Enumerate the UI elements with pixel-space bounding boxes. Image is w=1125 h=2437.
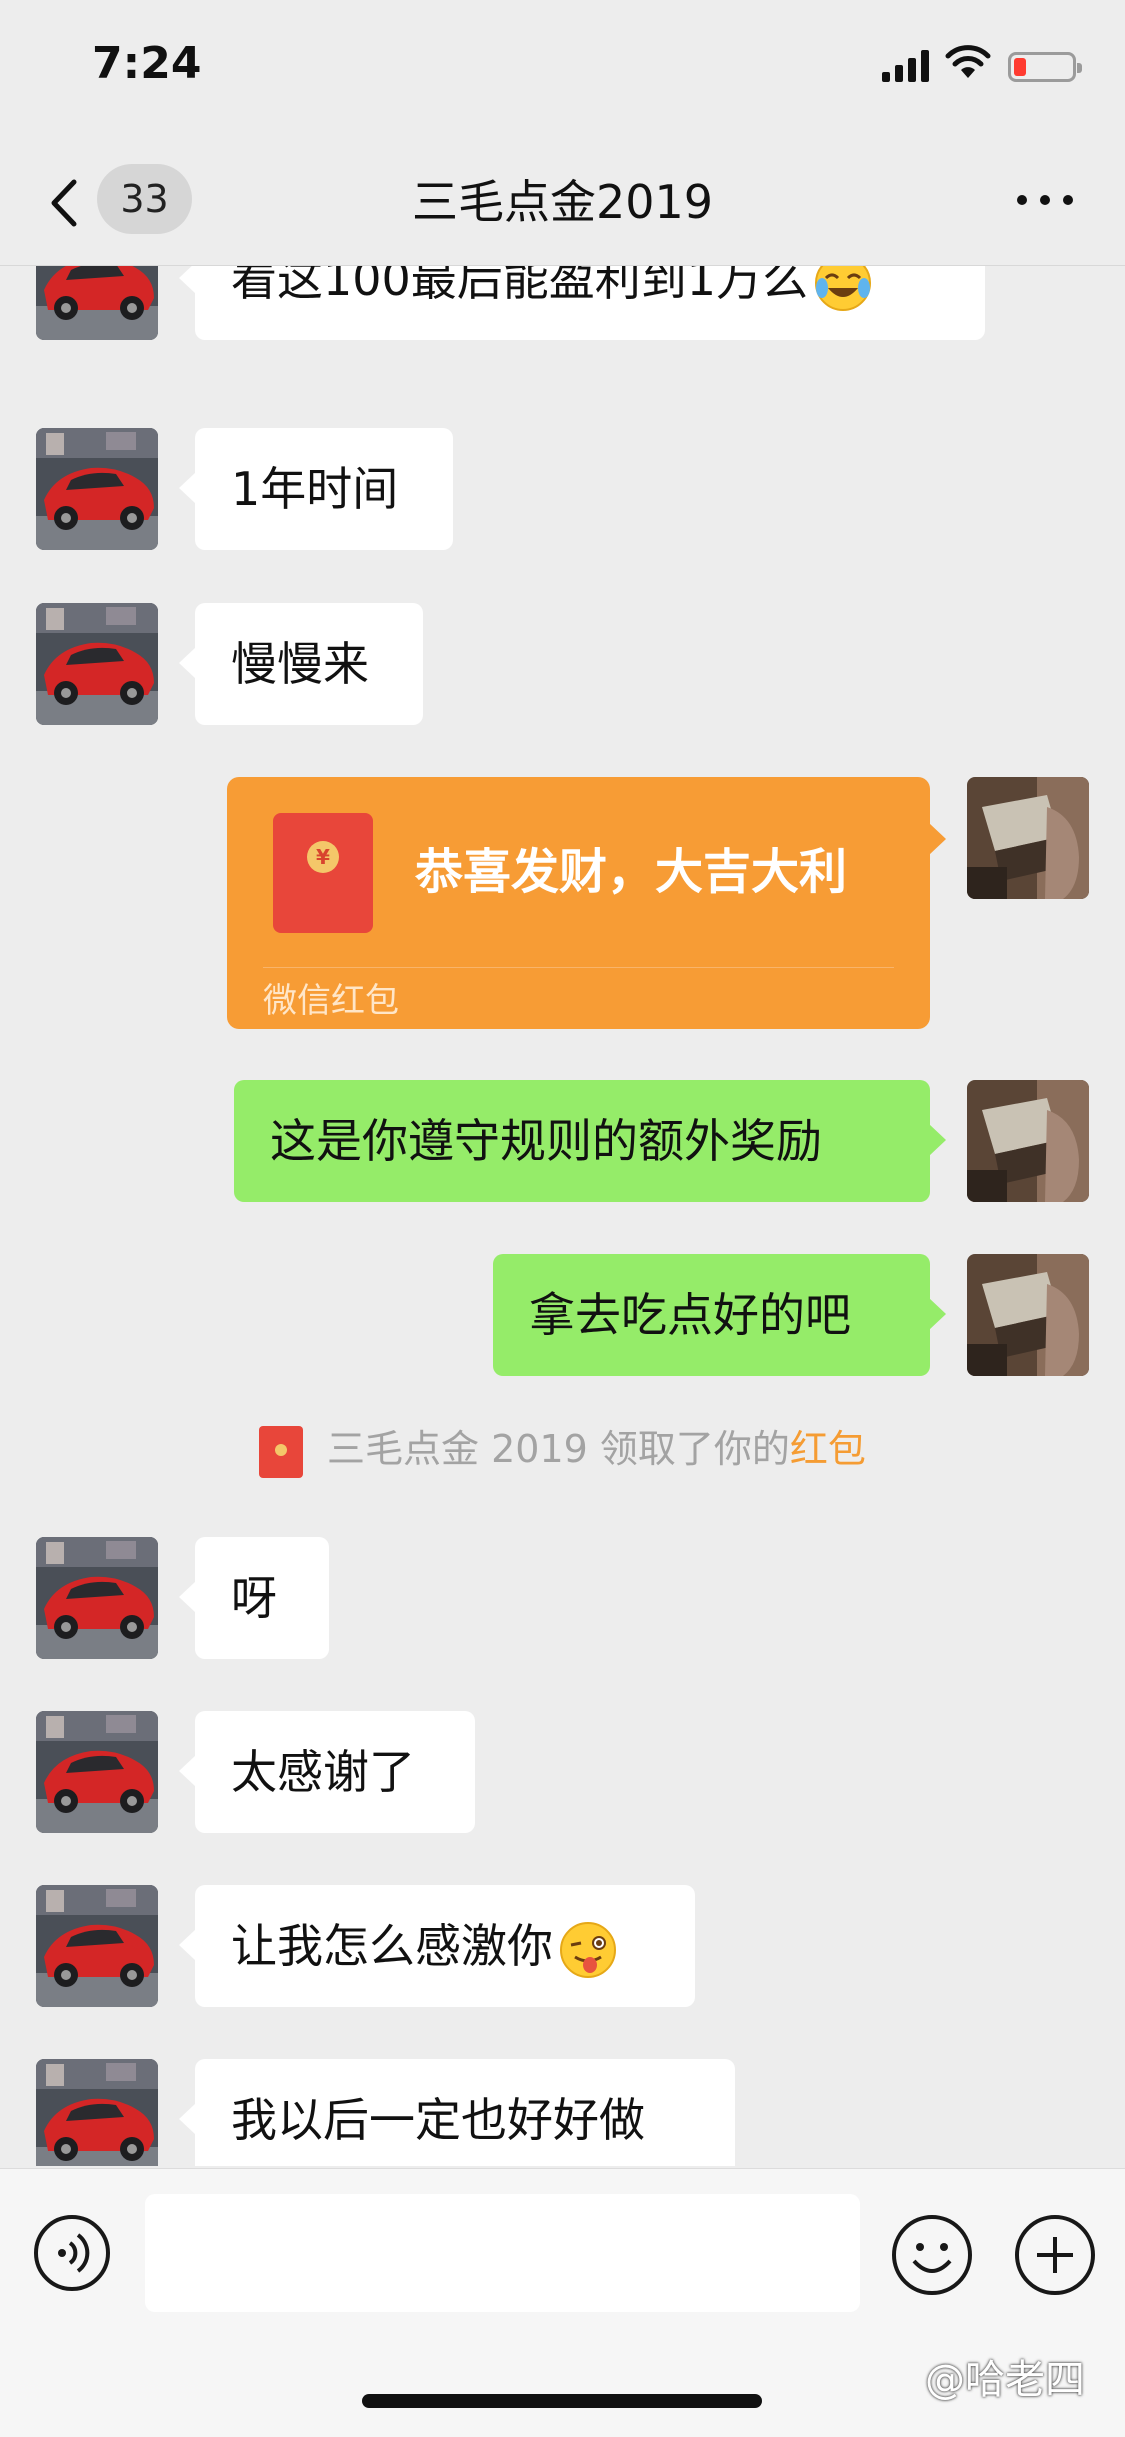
nav-bar: 三毛点金2019 33 [0, 140, 1125, 266]
message-text: 呀 [231, 1571, 277, 1625]
cellular-signal-icon [882, 50, 929, 82]
contact-avatar[interactable] [36, 2059, 158, 2166]
contact-avatar[interactable] [36, 1885, 158, 2007]
winking-tongue-face-icon [560, 1921, 616, 1978]
message-text: 拿去吃点好的吧 [529, 1288, 851, 1342]
message-text: 我以后一定也好好做 [231, 2093, 645, 2147]
message-bubble-outgoing[interactable]: 拿去吃点好的吧 [493, 1254, 946, 1376]
red-packet-icon: ¥ [273, 813, 373, 933]
watermark: @哈老四 [925, 2357, 1085, 2403]
contact-avatar[interactable] [36, 1711, 158, 1833]
message-text: 1年时间 [231, 462, 399, 516]
message-text: 这是你遵守规则的额外奖励 [270, 1114, 822, 1168]
my-avatar[interactable] [967, 1080, 1089, 1202]
status-time: 7:24 [92, 38, 202, 89]
message-text: 慢慢来 [231, 637, 369, 691]
red-packet-label: 微信红包 [263, 981, 399, 1021]
message-bubble-incoming[interactable]: 慢慢来 [179, 603, 423, 725]
message-text: 看这100最后能盈利到1万么 [231, 266, 809, 306]
contact-avatar[interactable] [36, 428, 158, 550]
message-bubble-incoming[interactable]: 太感谢了 [179, 1711, 475, 1833]
wifi-icon [945, 45, 991, 78]
battery-icon [1008, 52, 1082, 82]
message-bubble-incoming[interactable]: 呀 [179, 1537, 329, 1659]
more-options-icon[interactable] [1010, 180, 1080, 220]
contact-avatar[interactable] [36, 1537, 158, 1659]
red-packet-icon [259, 1425, 304, 1478]
message-bubble-outgoing[interactable]: 这是你遵守规则的额外奖励 [234, 1080, 946, 1202]
message-text: 太感谢了 [231, 1745, 415, 1799]
red-packet-title: 恭喜发财，大吉大利 [415, 844, 848, 900]
contact-avatar[interactable] [36, 603, 158, 725]
my-avatar[interactable] [967, 1254, 1089, 1376]
message-text: 让我怎么感激你 [231, 1919, 553, 1973]
voice-input-icon[interactable] [32, 2213, 112, 2293]
system-notice: 三毛点金 2019 领取了你的红包 [0, 1418, 1125, 1478]
crying-laughing-face-icon [815, 266, 872, 311]
unread-count-badge[interactable]: 33 [97, 164, 192, 234]
notice-text: 三毛点金 2019 领取了你的 [327, 1427, 790, 1471]
divider [263, 967, 894, 968]
my-avatar[interactable] [967, 777, 1089, 899]
chat-area[interactable]: 看这100最后能盈利到1万么 1年时间 慢慢来 ¥ 恭喜发财，大吉大利 微信红包 [0, 266, 1125, 2166]
red-packet-link[interactable]: 红包 [790, 1427, 866, 1471]
plus-icon[interactable] [1013, 2213, 1097, 2297]
status-bar: 7:24 [0, 0, 1125, 140]
back-arrow-icon[interactable] [40, 168, 90, 238]
contact-avatar[interactable] [36, 266, 158, 340]
message-bubble-incoming[interactable]: 让我怎么感激你 [179, 1885, 695, 2007]
emoji-icon[interactable] [890, 2213, 974, 2297]
home-indicator[interactable] [362, 2394, 762, 2408]
red-packet-card[interactable]: ¥ 恭喜发财，大吉大利 微信红包 [227, 777, 946, 1029]
message-bubble-incoming[interactable]: 我以后一定也好好做 [179, 2059, 735, 2166]
message-input[interactable] [145, 2194, 860, 2312]
message-bubble-incoming[interactable]: 看这100最后能盈利到1万么 [179, 266, 985, 340]
message-bubble-incoming[interactable]: 1年时间 [179, 428, 453, 550]
